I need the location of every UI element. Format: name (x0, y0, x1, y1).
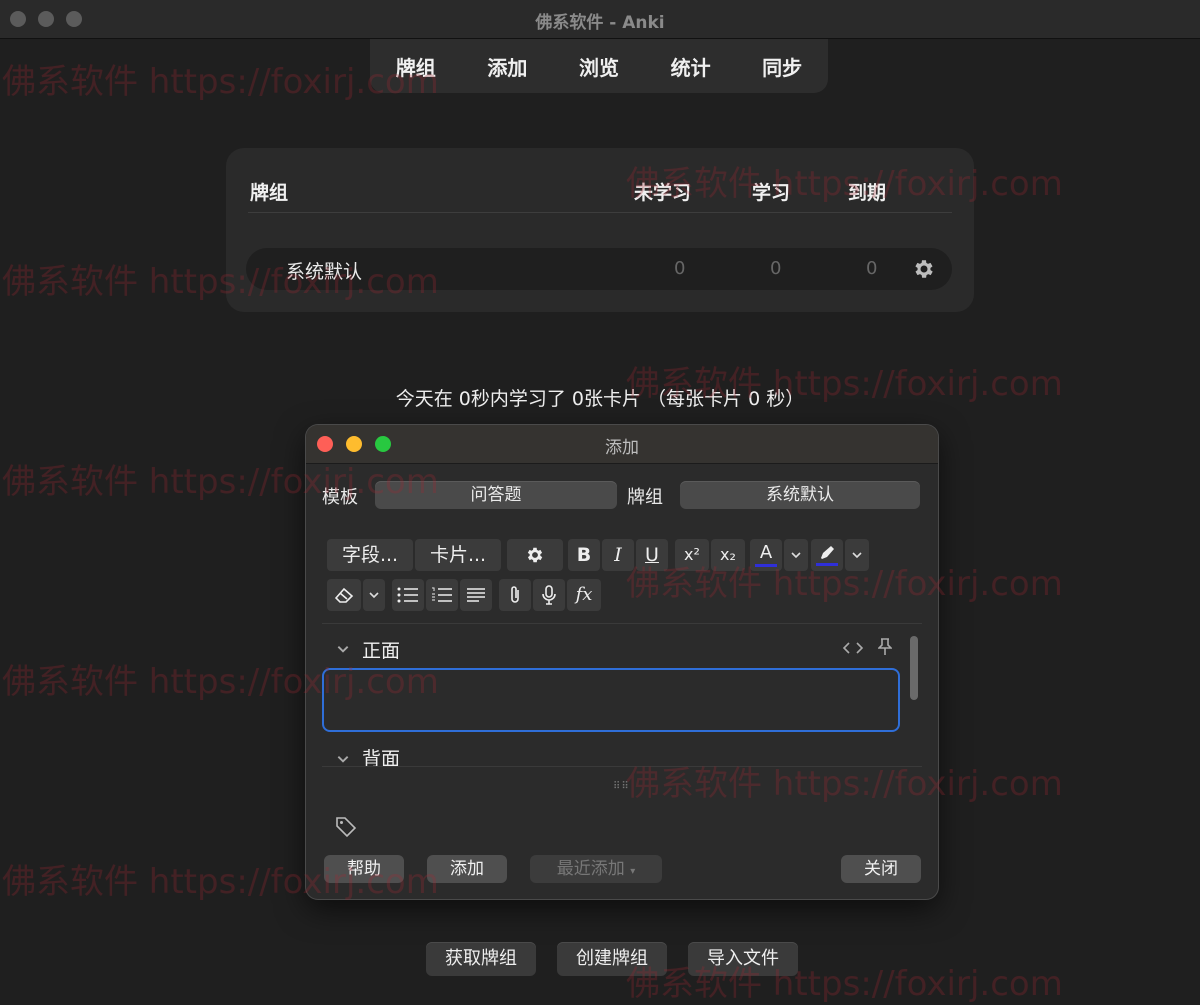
superscript-button[interactable]: x² (675, 539, 709, 571)
dialog-titlebar: 添加 (306, 425, 938, 464)
top-navigation: 牌组 添加 浏览 统计 同步 (370, 39, 828, 93)
note-type-selector[interactable]: 问答题 (375, 481, 617, 509)
header-divider (248, 212, 952, 213)
nav-browse[interactable]: 浏览 (571, 46, 627, 87)
front-field-input[interactable] (322, 668, 900, 732)
create-deck-button[interactable]: 创建牌组 (557, 942, 667, 976)
chevron-down-icon (852, 552, 862, 559)
nav-decks[interactable]: 牌组 (388, 46, 444, 87)
subscript-button[interactable]: x₂ (711, 539, 745, 571)
numbered-list-icon (432, 587, 452, 602)
eraser-button[interactable] (327, 579, 361, 611)
options-button[interactable] (507, 539, 563, 571)
highlight-color-dropdown[interactable] (845, 539, 869, 571)
highlight-color-button[interactable] (811, 539, 843, 571)
nav-add[interactable]: 添加 (479, 46, 535, 87)
microphone-icon (542, 585, 556, 605)
deck-label: 牌组 (627, 487, 663, 508)
main-titlebar: 佛系软件 - Anki (0, 0, 1200, 39)
gear-icon[interactable] (912, 257, 936, 281)
underline-button[interactable]: U (636, 539, 668, 571)
dialog-title: 添加 (605, 438, 639, 458)
due-column-header: 到期 (848, 182, 887, 204)
highlight-color-swatch (816, 562, 838, 566)
deck-row[interactable]: 系统默认 0 0 0 (246, 248, 952, 290)
collapse-back-chevron-icon[interactable] (336, 752, 350, 766)
italic-button[interactable]: I (602, 539, 634, 571)
gear-icon (527, 547, 543, 563)
deck-new-count: 0 (674, 258, 686, 279)
editor-scrollbar[interactable] (910, 636, 918, 700)
paperclip-icon (511, 586, 519, 603)
cards-button[interactable]: 卡片... (415, 539, 501, 571)
window-title: 佛系软件 - Anki (535, 13, 665, 33)
add-dialog: 添加 模板 问答题 牌组 系统默认 字段... 卡片... B I U x² x… (306, 425, 938, 899)
deck-due-count: 0 (866, 258, 878, 279)
ordered-list-button[interactable] (426, 579, 458, 611)
text-color-icon: A (759, 542, 773, 563)
nav-sync[interactable]: 同步 (754, 46, 810, 87)
bold-button[interactable]: B (568, 539, 600, 571)
front-field-label: 正面 (362, 640, 401, 662)
resize-grip-icon[interactable]: ⠿⠿ (613, 781, 630, 792)
deck-selector[interactable]: 系统默认 (680, 481, 920, 509)
field-editor: 正面 背面 (322, 623, 922, 767)
history-button[interactable]: 最近添加 ▾ (530, 855, 662, 883)
learn-column-header: 学习 (752, 182, 791, 204)
eraser-icon (334, 587, 354, 603)
add-note-button[interactable]: 添加 (427, 855, 507, 883)
collapse-front-chevron-icon[interactable] (336, 642, 350, 656)
back-field-label: 背面 (362, 748, 401, 767)
highlighter-icon (821, 545, 834, 559)
html-editor-icon[interactable] (842, 640, 864, 656)
bullet-list-icon (397, 587, 418, 603)
deck-learn-count: 0 (770, 258, 782, 279)
text-color-button[interactable]: A (750, 539, 782, 571)
deck-name[interactable]: 系统默认 (286, 257, 362, 284)
chevron-down-icon (369, 592, 379, 599)
study-summary: 今天在 0秒内学习了 0张卡片 （每张卡片 0 秒） (395, 388, 805, 410)
pin-icon[interactable] (878, 638, 892, 656)
new-column-header: 未学习 (634, 182, 692, 204)
chevron-down-icon (791, 552, 801, 559)
text-color-dropdown[interactable] (784, 539, 808, 571)
type-label: 模板 (322, 487, 358, 508)
help-button[interactable]: 帮助 (324, 855, 404, 883)
tag-icon[interactable] (334, 815, 358, 839)
history-dropdown-icon: ▾ (630, 866, 636, 877)
unordered-list-button[interactable] (392, 579, 424, 611)
fields-button[interactable]: 字段... (327, 539, 413, 571)
close-dialog-button[interactable]: 关闭 (841, 855, 921, 883)
math-button[interactable]: fx (567, 579, 601, 611)
deck-list-panel: 牌组 未学习 学习 到期 系统默认 0 0 0 (226, 148, 974, 312)
eraser-dropdown[interactable] (363, 579, 385, 611)
attach-button[interactable] (499, 579, 531, 611)
align-left-icon (467, 588, 485, 602)
get-shared-decks-button[interactable]: 获取牌组 (426, 942, 536, 976)
nav-stats[interactable]: 统计 (663, 46, 719, 87)
text-color-swatch (755, 564, 777, 567)
history-label: 最近添加 (556, 859, 625, 879)
import-file-button[interactable]: 导入文件 (688, 942, 798, 976)
align-button[interactable] (460, 579, 492, 611)
deck-column-header: 牌组 (250, 182, 289, 204)
record-audio-button[interactable] (533, 579, 565, 611)
